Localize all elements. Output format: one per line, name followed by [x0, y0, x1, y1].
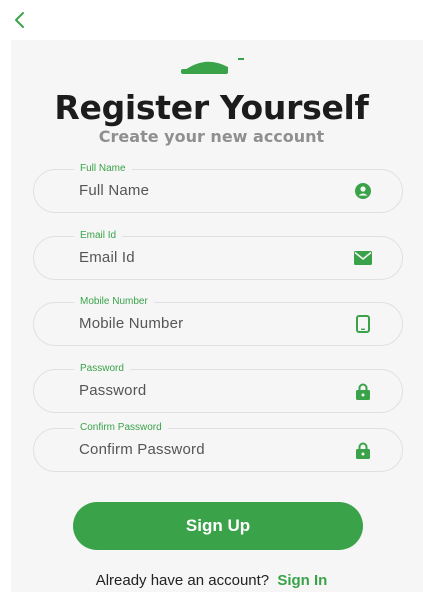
sign-in-link[interactable]: Sign In [277, 572, 327, 589]
signin-prompt-text: Already have an account? [95, 572, 270, 589]
lock-icon [354, 382, 372, 400]
signin-prompt: Already have an account? Sign In [0, 572, 423, 589]
full-name-field[interactable]: Full Name Full Name [33, 162, 403, 213]
arc-logo-icon [181, 58, 244, 74]
page-title: Register Yourself [54, 88, 369, 127]
top-bar [0, 0, 423, 40]
email-input[interactable]: Email Id [79, 237, 135, 279]
mobile-input[interactable]: Mobile Number [79, 303, 183, 345]
envelope-icon [354, 249, 372, 267]
page-subtitle: Create your new account [98, 127, 325, 146]
password-input[interactable]: Password [79, 370, 146, 412]
confirm-password-input[interactable]: Confirm Password [79, 429, 205, 471]
confirm-password-field[interactable]: Confirm Password Confirm Password [33, 421, 403, 472]
mobile-field[interactable]: Mobile Number Mobile Number [33, 295, 403, 346]
chevron-left-icon [15, 12, 24, 28]
password-field[interactable]: Password Password [33, 362, 403, 413]
email-field[interactable]: Email Id Email Id [33, 229, 403, 280]
mobile-icon [354, 315, 372, 333]
back-button[interactable] [6, 6, 34, 34]
user-icon [354, 182, 372, 200]
sign-up-button[interactable]: Sign Up [73, 502, 363, 550]
full-name-input[interactable]: Full Name [79, 170, 149, 212]
lock-icon [354, 441, 372, 459]
